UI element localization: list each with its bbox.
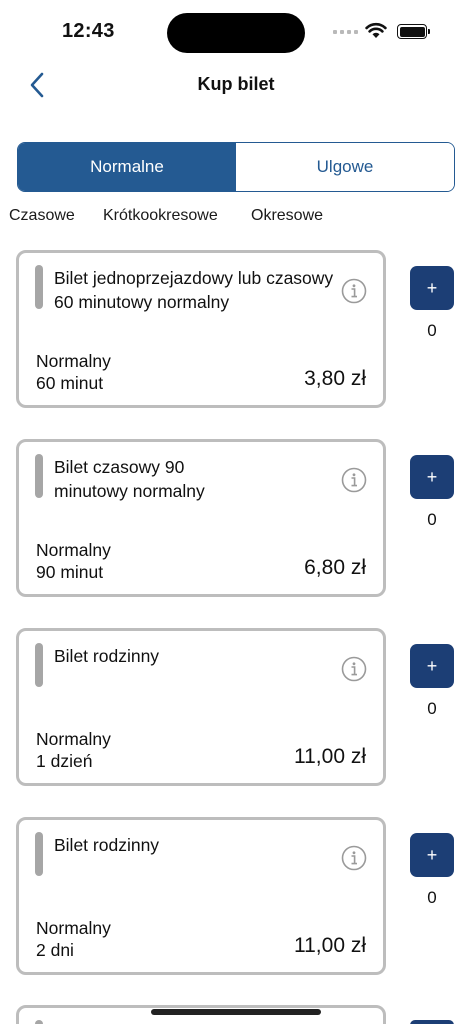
ticket-quantity: 0 bbox=[427, 888, 437, 907]
ticket-accent-bar bbox=[35, 832, 43, 876]
dynamic-island bbox=[167, 13, 305, 53]
info-circle-icon[interactable] bbox=[341, 278, 367, 304]
segment-normalne[interactable]: Normalne bbox=[18, 143, 236, 191]
ticket-duration: 1 dzień bbox=[36, 751, 93, 771]
ticket-price: 11,00 zł bbox=[294, 934, 366, 957]
fare-type-segmented-control: Normalne Ulgowe bbox=[17, 142, 455, 192]
ticket-accent-bar bbox=[35, 454, 43, 498]
ticket-quantity: 0 bbox=[427, 699, 437, 718]
tab-krotkookresowe[interactable]: Krótkookresowe bbox=[103, 207, 218, 225]
wifi-icon bbox=[365, 23, 387, 38]
tab-okresowe[interactable]: Okresowe bbox=[251, 207, 323, 225]
ticket-price: 11,00 zł bbox=[294, 745, 366, 768]
ticket-card[interactable]: Bilet rodzinny Normalny 1 dzień 11,00 zł bbox=[16, 628, 386, 786]
add-ticket-button[interactable]: + bbox=[410, 266, 454, 310]
add-ticket-button[interactable]: + bbox=[410, 833, 454, 877]
category-tabs: Czasowe Krótkookresowe Okresowe bbox=[0, 207, 472, 231]
status-time: 12:43 bbox=[62, 20, 115, 42]
ticket-quantity: 0 bbox=[427, 321, 437, 340]
navigation-bar: Kup bilet bbox=[0, 60, 472, 110]
ticket-card[interactable]: Bilet jednoprzejazdowy lub czasowy 60 mi… bbox=[16, 250, 386, 408]
ticket-title: Bilet rodzinny bbox=[54, 835, 160, 855]
ticket-card[interactable]: Bilet czasowy 90 minutowy normalny Norma… bbox=[16, 439, 386, 597]
ticket-type: Normalny bbox=[36, 351, 111, 371]
add-ticket-button[interactable]: + bbox=[410, 455, 454, 499]
ticket-duration: 90 minut bbox=[36, 562, 104, 582]
info-circle-icon[interactable] bbox=[341, 845, 367, 871]
add-ticket-button-partial[interactable] bbox=[410, 1020, 454, 1024]
ticket-price: 3,80 zł bbox=[304, 367, 366, 390]
status-bar: 12:43 bbox=[0, 0, 472, 60]
ticket-duration: 60 minut bbox=[36, 373, 104, 393]
segment-ulgowe[interactable]: Ulgowe bbox=[236, 143, 454, 191]
ticket-accent-bar bbox=[35, 1020, 43, 1024]
tab-czasowe[interactable]: Czasowe bbox=[9, 207, 75, 225]
ticket-card[interactable]: Bilet rodzinny Normalny 2 dni 11,00 zł bbox=[16, 817, 386, 975]
add-ticket-button[interactable]: + bbox=[410, 644, 454, 688]
ticket-accent-bar bbox=[35, 643, 43, 687]
home-indicator bbox=[151, 1009, 321, 1015]
ticket-title: Bilet jednoprzejazdowy lub czasowy 60 mi… bbox=[54, 268, 334, 312]
ticket-quantity: 0 bbox=[427, 510, 437, 529]
ticket-accent-bar bbox=[35, 265, 43, 309]
info-circle-icon[interactable] bbox=[341, 467, 367, 493]
ticket-duration: 2 dni bbox=[36, 940, 74, 960]
ticket-title: Bilet czasowy 90 minutowy normalny bbox=[54, 457, 205, 501]
page-title: Kup bilet bbox=[197, 74, 275, 94]
ticket-type: Normalny bbox=[36, 540, 111, 560]
ticket-price: 6,80 zł bbox=[304, 556, 366, 579]
ticket-type: Normalny bbox=[36, 918, 111, 938]
info-circle-icon[interactable] bbox=[341, 656, 367, 682]
cellular-signal-icon bbox=[333, 30, 358, 34]
ticket-title: Bilet rodzinny bbox=[54, 646, 160, 666]
battery-icon bbox=[397, 24, 427, 39]
ticket-type: Normalny bbox=[36, 729, 111, 749]
